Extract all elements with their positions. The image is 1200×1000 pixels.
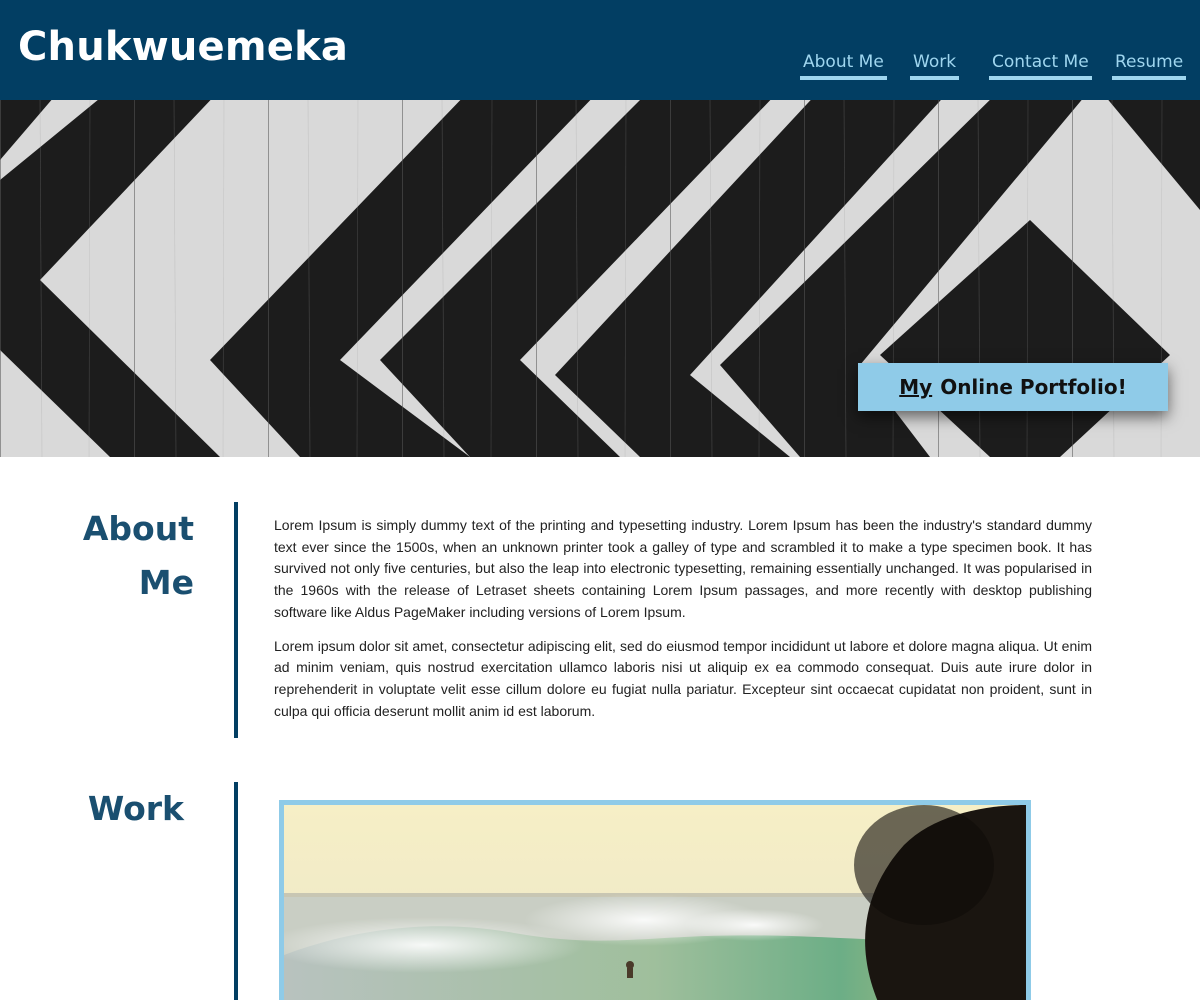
work-divider — [234, 782, 238, 1000]
about-title-line2: Me — [138, 563, 194, 602]
badge-text: Online Portfolio! — [940, 375, 1127, 399]
nav-resume[interactable]: Resume — [1112, 50, 1187, 80]
about-title-line1: About — [82, 509, 194, 548]
nav-contact-me[interactable]: Contact Me — [989, 50, 1092, 80]
about-title: About Me — [60, 502, 194, 610]
main-nav: About Me Work Contact Me Resume — [0, 50, 1200, 82]
work-title: Work — [87, 789, 184, 828]
work-image-frame[interactable] — [279, 800, 1031, 1000]
about-body: Lorem Ipsum is simply dummy text of the … — [274, 515, 1092, 734]
surfer-wave-photo — [284, 805, 1026, 1000]
about-paragraph-2: Lorem ipsum dolor sit amet, consectetur … — [274, 637, 1092, 719]
about-paragraph-1: Lorem Ipsum is simply dummy text of the … — [274, 517, 1092, 620]
hero-banner: My Online Portfolio! — [0, 100, 1200, 457]
badge-prefix: My — [899, 375, 933, 399]
about-divider — [234, 502, 238, 738]
portfolio-badge: My Online Portfolio! — [858, 363, 1168, 411]
site-header: Chukwuemeka About Me Work Contact Me Res… — [0, 0, 1200, 100]
nav-about-me[interactable]: About Me — [800, 50, 887, 80]
nav-work[interactable]: Work — [910, 50, 960, 80]
